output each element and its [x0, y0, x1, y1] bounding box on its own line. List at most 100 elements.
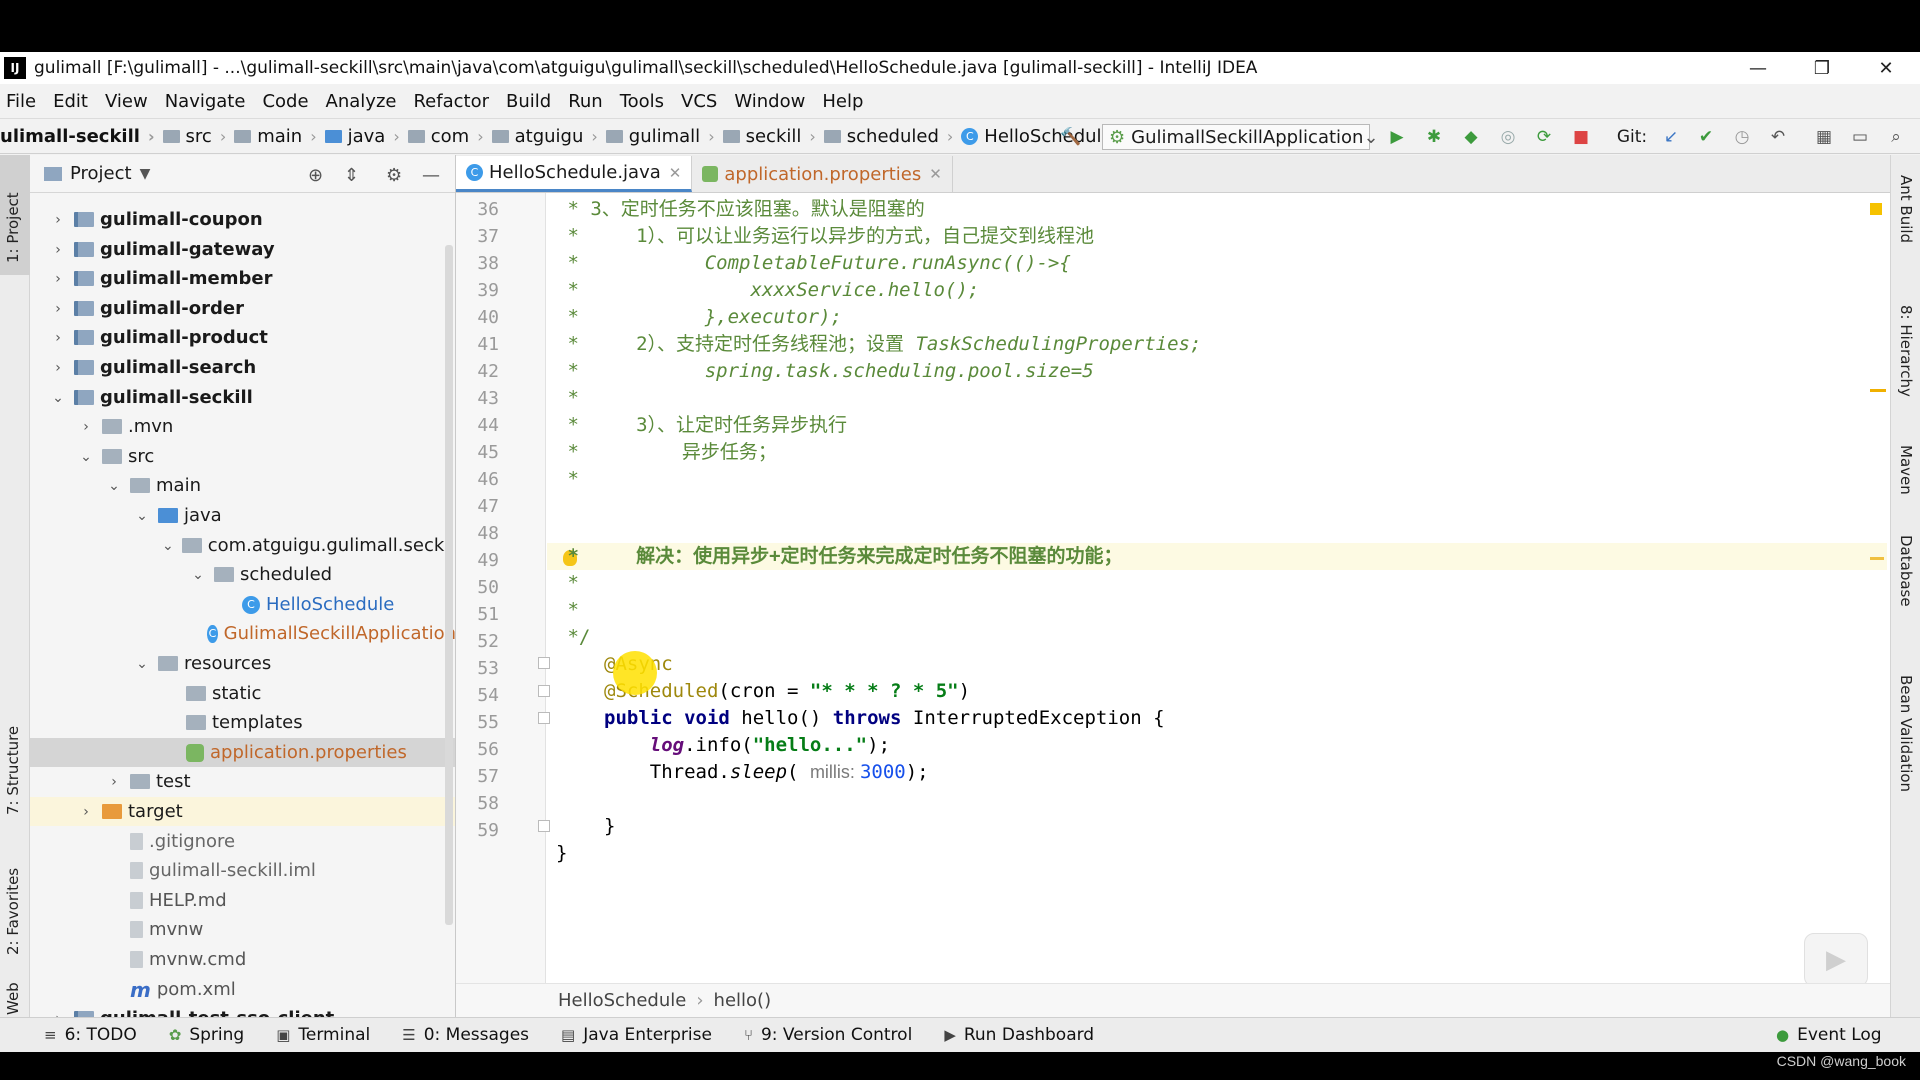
tree-item[interactable]: .gitignore [30, 827, 455, 856]
nav-module[interactable]: ulimall-seckill › [0, 126, 155, 147]
tree-item[interactable]: C HelloSchedule [30, 590, 455, 619]
tool-tab-maven[interactable]: Maven [1897, 445, 1915, 495]
project-scrollbar[interactable] [445, 245, 453, 925]
menu-refactor[interactable]: Refactor [413, 91, 489, 112]
chevron-right-icon[interactable]: › [50, 271, 66, 287]
chevron-down-icon[interactable]: ⌄ [134, 656, 150, 672]
tool-tab-structure[interactable]: 7: Structure [4, 726, 22, 815]
tool-tab-favorites[interactable]: 2: Favorites [4, 868, 22, 955]
hide-panel-icon[interactable]: — [422, 165, 440, 186]
build-hammer-icon[interactable]: 🔨 [1060, 127, 1082, 147]
tree-item[interactable]: › .mvn [30, 412, 455, 441]
fold-marker-icon[interactable] [538, 657, 550, 669]
nav-crumb-com[interactable]: com › [400, 126, 484, 147]
menu-file[interactable]: File [6, 91, 36, 112]
tool-terminal[interactable]: ▣ Terminal [276, 1025, 370, 1045]
tool-run-dashboard[interactable]: ▶ Run Dashboard [944, 1025, 1094, 1045]
chevron-right-icon[interactable]: › [78, 419, 94, 435]
nav-crumb-main[interactable]: main › [226, 126, 317, 147]
chevron-down-icon[interactable]: ⌄ [78, 449, 94, 465]
tree-item[interactable]: › gulimall-coupon [30, 205, 455, 234]
tool-tab-ant-build[interactable]: Ant Build [1897, 175, 1915, 243]
window-layout-icon[interactable]: ▭ [1849, 127, 1871, 147]
tree-item[interactable]: HELP.md [30, 886, 455, 915]
tool-event-log[interactable]: ● Event Log [1776, 1025, 1882, 1045]
menu-help[interactable]: Help [822, 91, 863, 112]
close-window-button[interactable]: ✕ [1854, 52, 1918, 84]
run-configuration-select[interactable]: ⚙ GulimallSeckillApplication ⌄ [1102, 124, 1379, 150]
git-update-icon[interactable]: ↙ [1660, 127, 1682, 147]
nav-crumb-src[interactable]: src › [155, 126, 226, 147]
error-stripe-marker[interactable] [1870, 557, 1884, 560]
tree-item[interactable]: › target [30, 797, 455, 826]
chevron-right-icon[interactable]: › [106, 774, 122, 790]
menu-navigate[interactable]: Navigate [165, 91, 246, 112]
stop-icon[interactable]: ■ [1570, 127, 1592, 147]
breadcrumb-method[interactable]: hello() [714, 990, 772, 1011]
menu-view[interactable]: View [105, 91, 148, 112]
nav-crumb-atguigu[interactable]: atguigu › [484, 126, 598, 147]
warning-stripe-icon[interactable] [1870, 203, 1882, 215]
run-icon[interactable]: ▶ [1386, 127, 1408, 147]
tool-todo[interactable]: ≡ 6: TODO [44, 1025, 137, 1045]
collapse-all-icon[interactable]: ⇕ [344, 165, 359, 186]
git-history-icon[interactable]: ◷ [1731, 127, 1753, 147]
video-play-icon[interactable]: ▶ [1804, 933, 1868, 987]
chevron-down-icon[interactable]: ⌄ [134, 508, 150, 524]
tree-item[interactable]: ⌄ gulimall-seckill [30, 383, 455, 412]
chevron-right-icon[interactable]: › [78, 804, 94, 820]
tool-messages[interactable]: ☰ 0: Messages [402, 1025, 529, 1045]
tree-item[interactable]: mvnw [30, 915, 455, 944]
git-commit-icon[interactable]: ✔ [1695, 127, 1717, 147]
chevron-right-icon[interactable]: › [50, 360, 66, 376]
chevron-right-icon[interactable]: › [50, 242, 66, 258]
tool-tab-project[interactable]: 1: Project [4, 192, 22, 263]
chevron-down-icon[interactable]: ⌄ [190, 567, 206, 583]
tree-item[interactable]: gulimall-seckill.iml [30, 856, 455, 885]
project-view-select[interactable]: Project [70, 163, 132, 184]
tool-java-enterprise[interactable]: ▤ Java Enterprise [561, 1025, 712, 1045]
tab-application-properties[interactable]: application.properties ✕ [692, 156, 953, 192]
tool-tab-hierarchy[interactable]: 8: Hierarchy [1897, 305, 1915, 397]
tree-item[interactable]: ⌄ scheduled [30, 560, 455, 589]
close-icon[interactable]: ✕ [929, 165, 942, 183]
nav-crumb-class[interactable]: C HelloSchedule [953, 126, 1113, 147]
tree-item[interactable]: m pom.xml [30, 975, 455, 1004]
menu-window[interactable]: Window [734, 91, 805, 112]
tree-item[interactable]: templates [30, 708, 455, 737]
tree-item[interactable]: › gulimall-product [30, 323, 455, 352]
debug-icon[interactable]: ✱ [1423, 127, 1445, 147]
minimize-button[interactable]: — [1726, 52, 1790, 84]
tool-spring[interactable]: ✿ Spring [169, 1025, 244, 1045]
fold-marker-icon[interactable] [538, 712, 550, 724]
chevron-right-icon[interactable]: › [50, 330, 66, 346]
close-icon[interactable]: ✕ [669, 164, 682, 182]
project-structure-icon[interactable]: ▦ [1813, 127, 1835, 147]
tree-item[interactable]: static [30, 679, 455, 708]
reload-icon[interactable]: ⟳ [1533, 127, 1555, 147]
search-icon[interactable]: ⌕ [1885, 127, 1907, 147]
menu-edit[interactable]: Edit [53, 91, 88, 112]
tree-item[interactable]: ⌄ java [30, 501, 455, 530]
profile-icon[interactable]: ◎ [1497, 127, 1519, 147]
tree-item[interactable]: › gulimall-order [30, 294, 455, 323]
gear-icon[interactable]: ⚙ [386, 165, 402, 186]
nav-crumb-seckill[interactable]: seckill › [715, 126, 816, 147]
error-stripe-marker[interactable] [1870, 389, 1886, 392]
coverage-icon[interactable]: ◆ [1460, 127, 1482, 147]
restore-button[interactable]: ❐ [1790, 52, 1854, 84]
chevron-down-icon[interactable]: ▼ [140, 166, 151, 182]
menu-code[interactable]: Code [262, 91, 308, 112]
tree-item[interactable]: ⌄ main [30, 471, 455, 500]
chevron-down-icon[interactable]: ⌄ [50, 390, 66, 406]
fold-marker-icon[interactable] [538, 685, 550, 697]
tool-tab-web[interactable]: Web [4, 982, 22, 1015]
git-rollback-icon[interactable]: ↶ [1767, 127, 1789, 147]
tree-item[interactable]: mvnw.cmd [30, 945, 455, 974]
nav-crumb-java[interactable]: java › [317, 126, 400, 147]
nav-crumb-gulimall[interactable]: gulimall › [598, 126, 715, 147]
tree-item[interactable]: C GulimallSeckillApplication [30, 619, 455, 648]
tree-item[interactable]: ⌄ resources [30, 649, 455, 678]
menu-build[interactable]: Build [506, 91, 551, 112]
tree-item[interactable]: application.properties [30, 738, 455, 767]
